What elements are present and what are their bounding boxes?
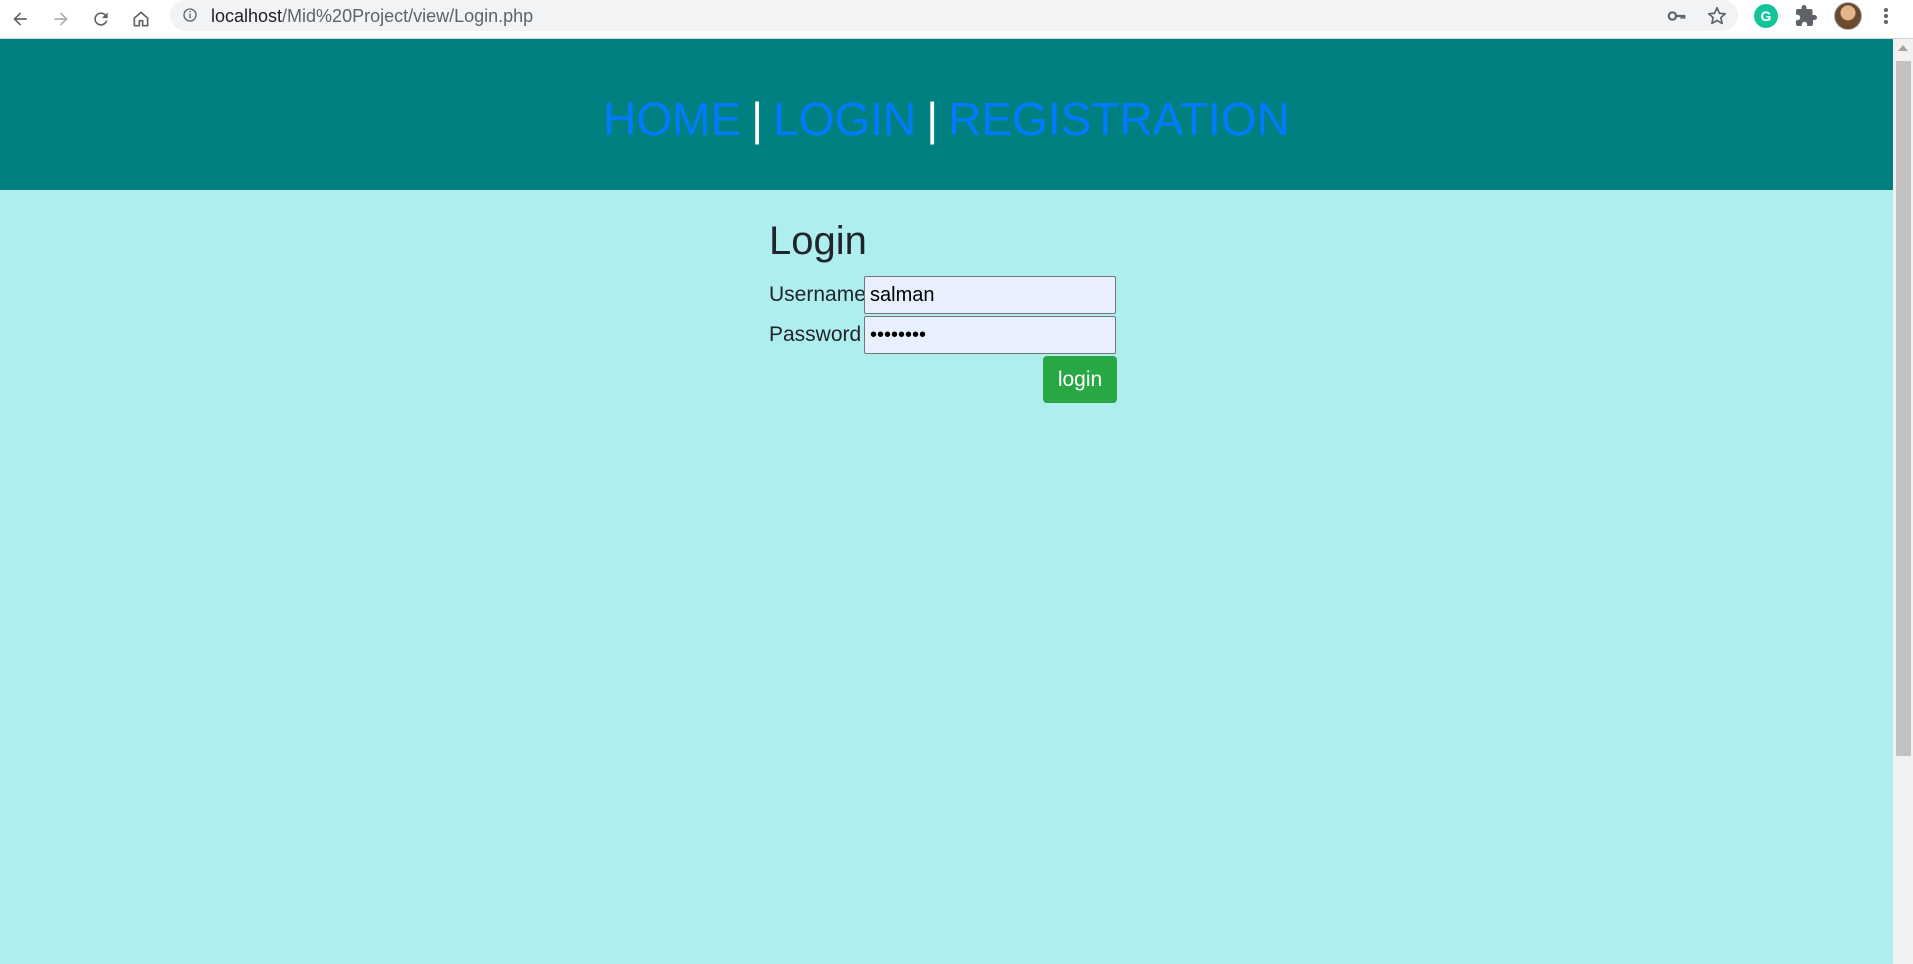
nav-separator: |: [926, 93, 939, 145]
scroll-thumb[interactable]: [1896, 61, 1911, 756]
reload-button[interactable]: [86, 4, 116, 34]
main-nav: HOME | LOGIN | REGISTRATION: [0, 91, 1893, 147]
browser-toolbar: localhost/Mid%20Project/view/Login.php G: [0, 0, 1913, 39]
nav-link-login[interactable]: LOGIN: [773, 93, 916, 145]
vertical-scrollbar[interactable]: [1893, 39, 1913, 964]
login-button[interactable]: login: [1043, 356, 1117, 403]
url-text[interactable]: localhost/Mid%20Project/view/Login.php: [211, 6, 533, 27]
back-button[interactable]: [5, 4, 35, 34]
url-path: /Mid%20Project/view/Login.php: [282, 6, 534, 26]
forward-button[interactable]: [46, 4, 76, 34]
grammarly-icon[interactable]: G: [1754, 4, 1778, 28]
arrow-right-icon: [54, 12, 68, 26]
password-label: Password: [769, 323, 862, 346]
puzzle-icon[interactable]: [1794, 4, 1818, 28]
scroll-up-arrow-icon[interactable]: [1898, 45, 1908, 51]
key-icon[interactable]: [1666, 5, 1688, 27]
url-host: localhost: [211, 6, 283, 26]
nav-separator: |: [751, 93, 764, 145]
password-field[interactable]: [864, 316, 1116, 354]
nav-link-home[interactable]: HOME: [603, 93, 741, 145]
page-title: Login: [769, 219, 867, 263]
star-icon[interactable]: [1706, 5, 1728, 27]
arrow-left-icon: [13, 12, 27, 26]
info-icon[interactable]: [182, 7, 198, 23]
nav-link-registration[interactable]: REGISTRATION: [948, 93, 1290, 145]
username-field[interactable]: [864, 276, 1116, 314]
username-label: Username: [769, 283, 866, 306]
grammarly-letter: G: [1760, 8, 1772, 24]
reload-icon: [94, 12, 108, 26]
home-icon: [133, 11, 149, 27]
kebab-menu-icon[interactable]: [1876, 4, 1896, 28]
site-header: HOME | LOGIN | REGISTRATION: [0, 39, 1893, 190]
home-button[interactable]: [126, 4, 156, 34]
address-bar[interactable]: localhost/Mid%20Project/view/Login.php: [170, 0, 1738, 31]
avatar[interactable]: [1834, 2, 1862, 30]
